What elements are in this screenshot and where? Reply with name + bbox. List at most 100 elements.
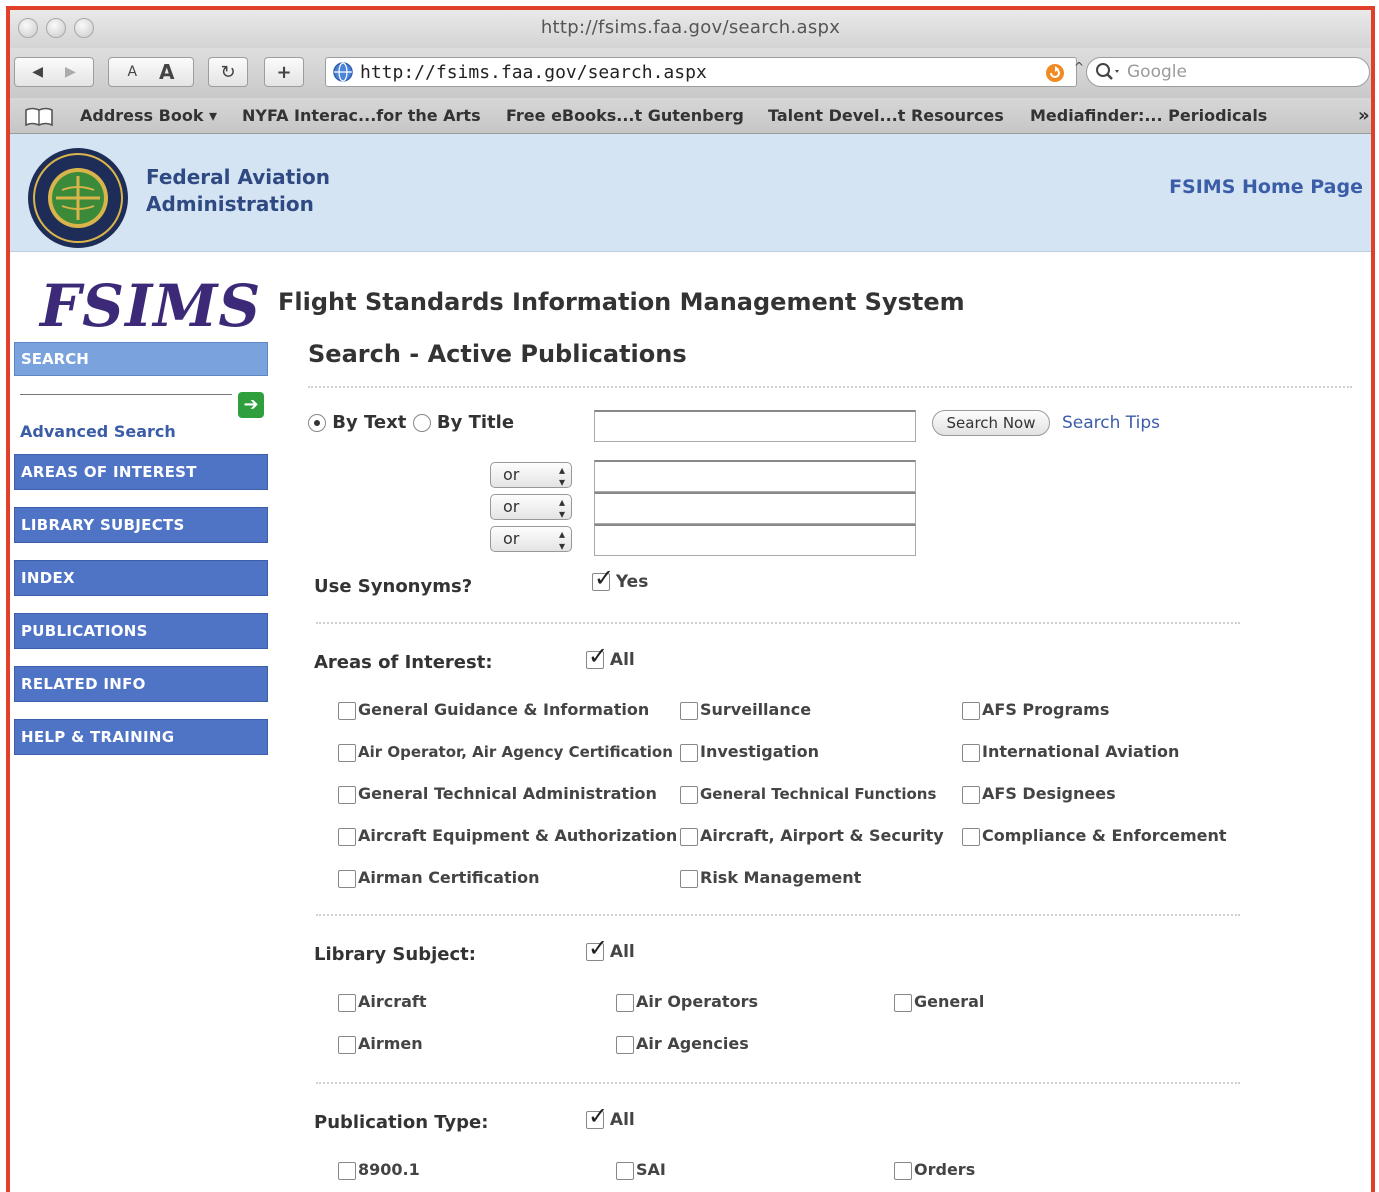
text-size-buttons[interactable]: A A bbox=[108, 57, 194, 87]
fsims-home-link[interactable]: FSIMS Home Page bbox=[1169, 176, 1363, 198]
pubtype-checkbox[interactable] bbox=[338, 1161, 356, 1180]
snapback-icon[interactable] bbox=[1044, 62, 1066, 84]
operator-select-1[interactable]: or ▴ ▾ bbox=[490, 462, 572, 488]
bookmarks-overflow-icon[interactable]: » bbox=[1358, 98, 1370, 134]
area-label[interactable]: Compliance & Enforcement bbox=[982, 826, 1227, 845]
area-checkbox[interactable] bbox=[680, 743, 698, 762]
text-bigger-button[interactable]: A bbox=[159, 60, 174, 84]
area-label[interactable]: Aircraft Equipment & Authorization bbox=[358, 826, 677, 845]
add-bookmark-button[interactable]: + bbox=[264, 57, 304, 87]
pubtype-option[interactable]: SAI bbox=[616, 1160, 666, 1180]
by-text-radio[interactable] bbox=[308, 414, 326, 432]
nav-areas-of-interest[interactable]: AREAS OF INTEREST bbox=[14, 454, 268, 490]
pubtype-label[interactable]: 8900.1 bbox=[358, 1160, 420, 1179]
area-checkbox[interactable] bbox=[680, 827, 698, 846]
areas-all-label[interactable]: All bbox=[610, 650, 635, 670]
area-checkbox[interactable] bbox=[680, 701, 698, 720]
library-option[interactable]: Air Operators bbox=[616, 992, 758, 1012]
library-all-checkbox[interactable] bbox=[586, 934, 608, 962]
area-label[interactable]: General Technical Functions bbox=[700, 785, 936, 803]
library-checkbox[interactable] bbox=[338, 993, 356, 1012]
area-option[interactable]: AFS Designees bbox=[962, 784, 1116, 804]
bookmark-mediafinder[interactable]: Mediafinder:... Periodicals bbox=[1030, 98, 1267, 134]
pubtype-all-checkbox[interactable] bbox=[586, 1102, 608, 1130]
area-label[interactable]: Air Operator, Air Agency Certification bbox=[358, 743, 673, 761]
operator-select-2[interactable]: or ▴ ▾ bbox=[490, 494, 572, 520]
pubtype-label[interactable]: Orders bbox=[914, 1160, 975, 1179]
area-label[interactable]: General Technical Administration bbox=[358, 784, 657, 803]
area-label[interactable]: Investigation bbox=[700, 742, 819, 761]
area-label[interactable]: Aircraft, Airport & Security bbox=[700, 826, 944, 845]
library-option[interactable]: General bbox=[894, 992, 984, 1012]
library-label[interactable]: Airmen bbox=[358, 1034, 423, 1053]
area-label[interactable]: International Aviation bbox=[982, 742, 1179, 761]
area-checkbox[interactable] bbox=[962, 701, 980, 720]
synonyms-option[interactable]: Yes bbox=[592, 564, 648, 592]
operator-select-3[interactable]: or ▴ ▾ bbox=[490, 526, 572, 552]
pubtype-label[interactable]: SAI bbox=[636, 1160, 666, 1179]
library-label[interactable]: Air Agencies bbox=[636, 1034, 749, 1053]
reload-button[interactable]: ↻ bbox=[208, 57, 248, 87]
faa-seal-logo[interactable] bbox=[26, 146, 130, 250]
back-icon[interactable]: ◀ bbox=[32, 64, 43, 80]
areas-all-checkbox[interactable] bbox=[586, 642, 608, 670]
area-checkbox[interactable] bbox=[680, 869, 698, 888]
library-all-label[interactable]: All bbox=[610, 942, 635, 962]
library-label[interactable]: General bbox=[914, 992, 984, 1011]
search-term-input-2[interactable] bbox=[594, 460, 916, 492]
area-option[interactable]: Investigation bbox=[680, 742, 819, 762]
pubtype-option[interactable]: Orders bbox=[894, 1160, 975, 1180]
area-option[interactable]: General Technical Administration bbox=[338, 784, 657, 804]
pubtype-all-option[interactable]: All bbox=[586, 1102, 635, 1130]
area-option[interactable]: Compliance & Enforcement bbox=[962, 826, 1227, 846]
area-checkbox[interactable] bbox=[338, 785, 356, 804]
go-arrow-icon[interactable]: ➔ bbox=[238, 392, 264, 418]
library-checkbox[interactable] bbox=[616, 993, 634, 1012]
areas-all-option[interactable]: All bbox=[586, 642, 635, 670]
library-label[interactable]: Aircraft bbox=[358, 992, 427, 1011]
book-icon[interactable] bbox=[24, 98, 54, 134]
search-tips-link[interactable]: Search Tips bbox=[1062, 413, 1160, 433]
area-option[interactable]: Risk Management bbox=[680, 868, 861, 888]
nav-index[interactable]: INDEX bbox=[14, 560, 268, 596]
library-all-option[interactable]: All bbox=[586, 934, 635, 962]
synonyms-checkbox[interactable] bbox=[592, 564, 614, 592]
bookmark-nyfa[interactable]: NYFA Interac...for the Arts bbox=[242, 98, 481, 134]
close-window-icon[interactable] bbox=[18, 18, 38, 38]
magnifier-icon[interactable] bbox=[1095, 62, 1121, 82]
fsims-logo[interactable]: FSIMS bbox=[40, 272, 261, 340]
area-option[interactable]: Surveillance bbox=[680, 700, 811, 720]
area-option[interactable]: General Guidance & Information bbox=[338, 700, 649, 720]
library-checkbox[interactable] bbox=[338, 1035, 356, 1054]
by-text-label[interactable]: By Text bbox=[332, 412, 406, 433]
search-term-input-3[interactable] bbox=[594, 492, 916, 524]
area-checkbox[interactable] bbox=[338, 869, 356, 888]
area-option[interactable]: Aircraft, Airport & Security bbox=[680, 826, 944, 846]
area-checkbox[interactable] bbox=[680, 785, 698, 804]
area-checkbox[interactable] bbox=[962, 743, 980, 762]
synonyms-yes-label[interactable]: Yes bbox=[616, 572, 648, 592]
area-checkbox[interactable] bbox=[338, 827, 356, 846]
back-forward-buttons[interactable]: ◀ ▶ bbox=[14, 57, 94, 87]
area-label[interactable]: Risk Management bbox=[700, 868, 861, 887]
area-label[interactable]: AFS Designees bbox=[982, 784, 1116, 803]
library-option[interactable]: Aircraft bbox=[338, 992, 427, 1012]
search-term-input-1[interactable] bbox=[594, 410, 916, 442]
pubtype-checkbox[interactable] bbox=[894, 1161, 912, 1180]
nav-search-input[interactable] bbox=[20, 394, 232, 418]
area-option[interactable]: General Technical Functions bbox=[680, 784, 936, 804]
area-checkbox[interactable] bbox=[962, 827, 980, 846]
bookmark-talent[interactable]: Talent Devel...t Resources bbox=[768, 98, 1004, 134]
area-option[interactable]: Airman Certification bbox=[338, 868, 539, 888]
library-checkbox[interactable] bbox=[894, 993, 912, 1012]
area-label[interactable]: AFS Programs bbox=[982, 700, 1109, 719]
nav-help-training[interactable]: HELP & TRAINING bbox=[14, 719, 268, 755]
area-checkbox[interactable] bbox=[338, 743, 356, 762]
library-label[interactable]: Air Operators bbox=[636, 992, 758, 1011]
area-label[interactable]: Surveillance bbox=[700, 700, 811, 719]
library-option[interactable]: Air Agencies bbox=[616, 1034, 749, 1054]
agency-name[interactable]: Federal Aviation Administration bbox=[146, 164, 330, 218]
area-checkbox[interactable] bbox=[962, 785, 980, 804]
nav-publications[interactable]: PUBLICATIONS bbox=[14, 613, 268, 649]
nav-library-subjects[interactable]: LIBRARY SUBJECTS bbox=[14, 507, 268, 543]
